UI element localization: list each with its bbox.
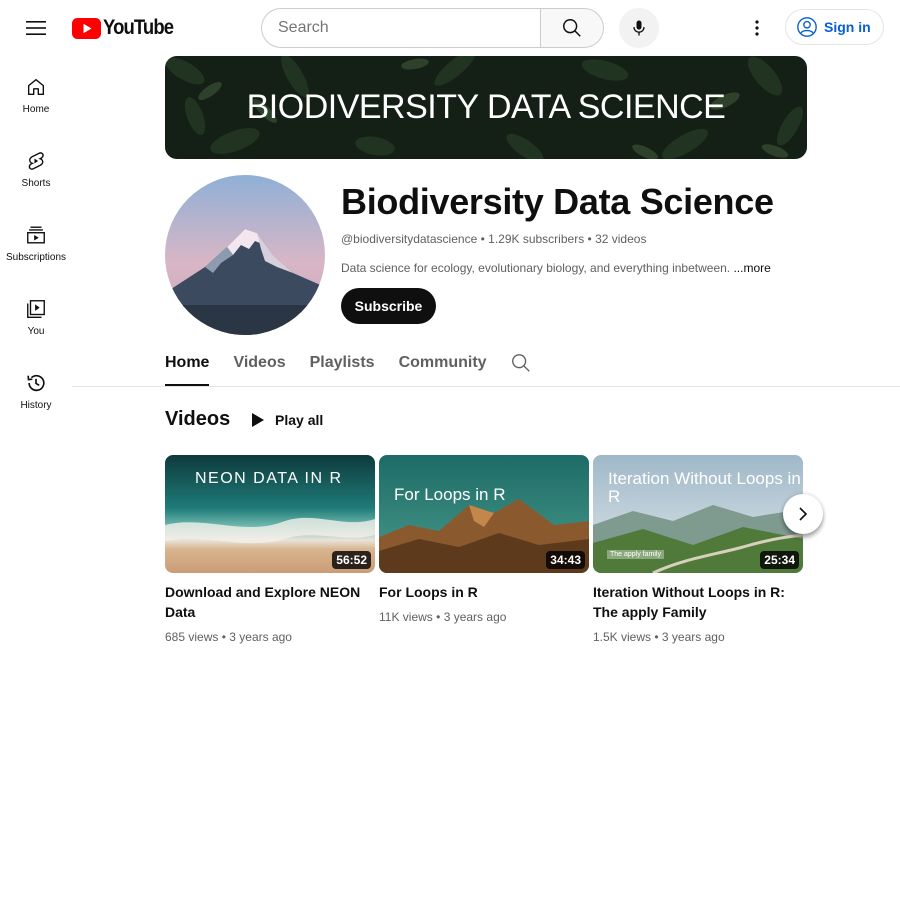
tab-community[interactable]: Community xyxy=(399,340,487,386)
search-button[interactable] xyxy=(540,8,604,48)
search-input[interactable] xyxy=(261,8,540,48)
thumbnail-caption: The apply family xyxy=(607,550,664,559)
guide-item-shorts[interactable]: Shorts xyxy=(0,130,72,204)
search-box xyxy=(261,8,604,48)
thumbnail-text: NEON DATA IN R xyxy=(195,470,343,487)
banner-title: BIODIVERSITY DATA SCIENCE xyxy=(246,88,726,126)
more-link[interactable]: ...more xyxy=(733,261,770,275)
video-title[interactable]: Download and Explore NEON Data xyxy=(165,582,375,622)
hamburger-icon xyxy=(26,21,46,35)
view-count: 11K views xyxy=(379,610,433,624)
tab-videos[interactable]: Videos xyxy=(233,340,285,386)
guide-item-home[interactable]: Home xyxy=(0,56,72,130)
video-thumbnail[interactable]: Iteration Without Loops in R The apply f… xyxy=(593,455,803,573)
channel-metadata: @biodiversitydatascience • 1.29K subscri… xyxy=(341,232,646,246)
guide-item-you[interactable]: You xyxy=(0,278,72,352)
sign-in-button[interactable]: Sign in xyxy=(785,9,884,45)
account-icon xyxy=(797,17,817,37)
guide-label: You xyxy=(27,326,45,337)
play-all-button[interactable]: Play all xyxy=(245,406,329,434)
guide-label: Subscriptions xyxy=(5,252,67,263)
thumbnail-text: For Loops in R xyxy=(394,485,506,504)
play-icon xyxy=(252,413,264,427)
more-vert-icon xyxy=(755,20,759,36)
guide-label: Home xyxy=(22,104,50,115)
video-title[interactable]: Iteration Without Loops in R: The apply … xyxy=(593,582,803,622)
subscriptions-icon xyxy=(27,226,45,244)
mini-guide: Home Shorts Subscriptions You History xyxy=(0,56,72,426)
masthead: YouTube Sign in xyxy=(0,0,900,56)
video-card[interactable]: NEON DATA IN R 56:52 Download and Explor… xyxy=(165,455,375,644)
channel-search-button[interactable] xyxy=(510,352,534,376)
video-metadata: 11K views • 3 years ago xyxy=(379,610,589,624)
view-count: 1.5K views xyxy=(593,630,652,644)
history-icon xyxy=(27,374,45,392)
separator: • xyxy=(654,630,659,644)
separator: • xyxy=(221,630,226,644)
video-duration: 56:52 xyxy=(332,551,371,569)
shorts-icon xyxy=(28,152,44,170)
tab-home[interactable]: Home xyxy=(165,340,210,386)
channel-banner[interactable]: BIODIVERSITY DATA SCIENCE xyxy=(165,56,807,159)
menu-button[interactable] xyxy=(16,12,56,44)
guide-item-subscriptions[interactable]: Subscriptions xyxy=(0,204,72,278)
play-all-label: Play all xyxy=(275,412,324,428)
logo-text: YouTube xyxy=(103,16,174,39)
section-title[interactable]: Videos xyxy=(165,408,230,431)
separator: • xyxy=(587,232,592,246)
description-text: Data science for ecology, evolutionary b… xyxy=(341,261,731,275)
guide-label: Shorts xyxy=(21,178,51,189)
search-icon xyxy=(563,19,581,37)
guide-label: History xyxy=(20,400,52,411)
you-icon xyxy=(27,300,45,318)
carousel-next-button[interactable] xyxy=(783,494,823,534)
thumbnail-text: Iteration Without Loops in R xyxy=(608,469,801,506)
mountain-avatar-image xyxy=(165,175,325,335)
channel-name: Biodiversity Data Science xyxy=(341,181,774,222)
youtube-logo[interactable]: YouTube xyxy=(72,16,183,40)
channel-description[interactable]: Data science for ecology, evolutionary b… xyxy=(341,261,771,275)
video-card[interactable]: For Loops in R 34:43 For Loops in R 11K … xyxy=(379,455,589,624)
channel-handle[interactable]: @biodiversitydatascience xyxy=(341,232,477,246)
subscriber-count: 1.29K subscribers xyxy=(488,232,585,246)
upload-age: 3 years ago xyxy=(443,610,507,624)
channel-avatar[interactable] xyxy=(165,175,325,335)
sign-in-label: Sign in xyxy=(824,19,871,35)
video-duration: 34:43 xyxy=(546,551,585,569)
settings-menu-button[interactable] xyxy=(741,12,773,44)
guide-item-history[interactable]: History xyxy=(0,352,72,426)
upload-age: 3 years ago xyxy=(229,630,292,644)
upload-age: 3 years ago xyxy=(661,630,725,644)
chevron-right-icon xyxy=(799,507,808,521)
voice-search-button[interactable] xyxy=(619,8,659,48)
youtube-play-icon xyxy=(72,17,101,39)
view-count: 685 views xyxy=(165,630,219,644)
home-icon xyxy=(27,78,45,96)
subscribe-button[interactable]: Subscribe xyxy=(341,288,436,324)
tab-playlists[interactable]: Playlists xyxy=(310,340,375,386)
video-card[interactable]: Iteration Without Loops in R The apply f… xyxy=(593,455,803,644)
microphone-icon xyxy=(633,20,645,36)
channel-tabs: Home Videos Playlists Community xyxy=(165,340,511,386)
video-thumbnail[interactable]: For Loops in R 34:43 xyxy=(379,455,589,573)
video-metadata: 1.5K views • 3 years ago xyxy=(593,630,803,644)
tabs-divider xyxy=(72,386,900,387)
video-count: 32 videos xyxy=(595,232,647,246)
video-title[interactable]: For Loops in R xyxy=(379,582,589,602)
separator: • xyxy=(436,610,441,624)
video-metadata: 685 views • 3 years ago xyxy=(165,630,375,644)
separator: • xyxy=(480,232,485,246)
video-thumbnail[interactable]: NEON DATA IN R 56:52 xyxy=(165,455,375,573)
search-icon xyxy=(512,354,530,372)
video-duration: 25:34 xyxy=(760,551,799,569)
